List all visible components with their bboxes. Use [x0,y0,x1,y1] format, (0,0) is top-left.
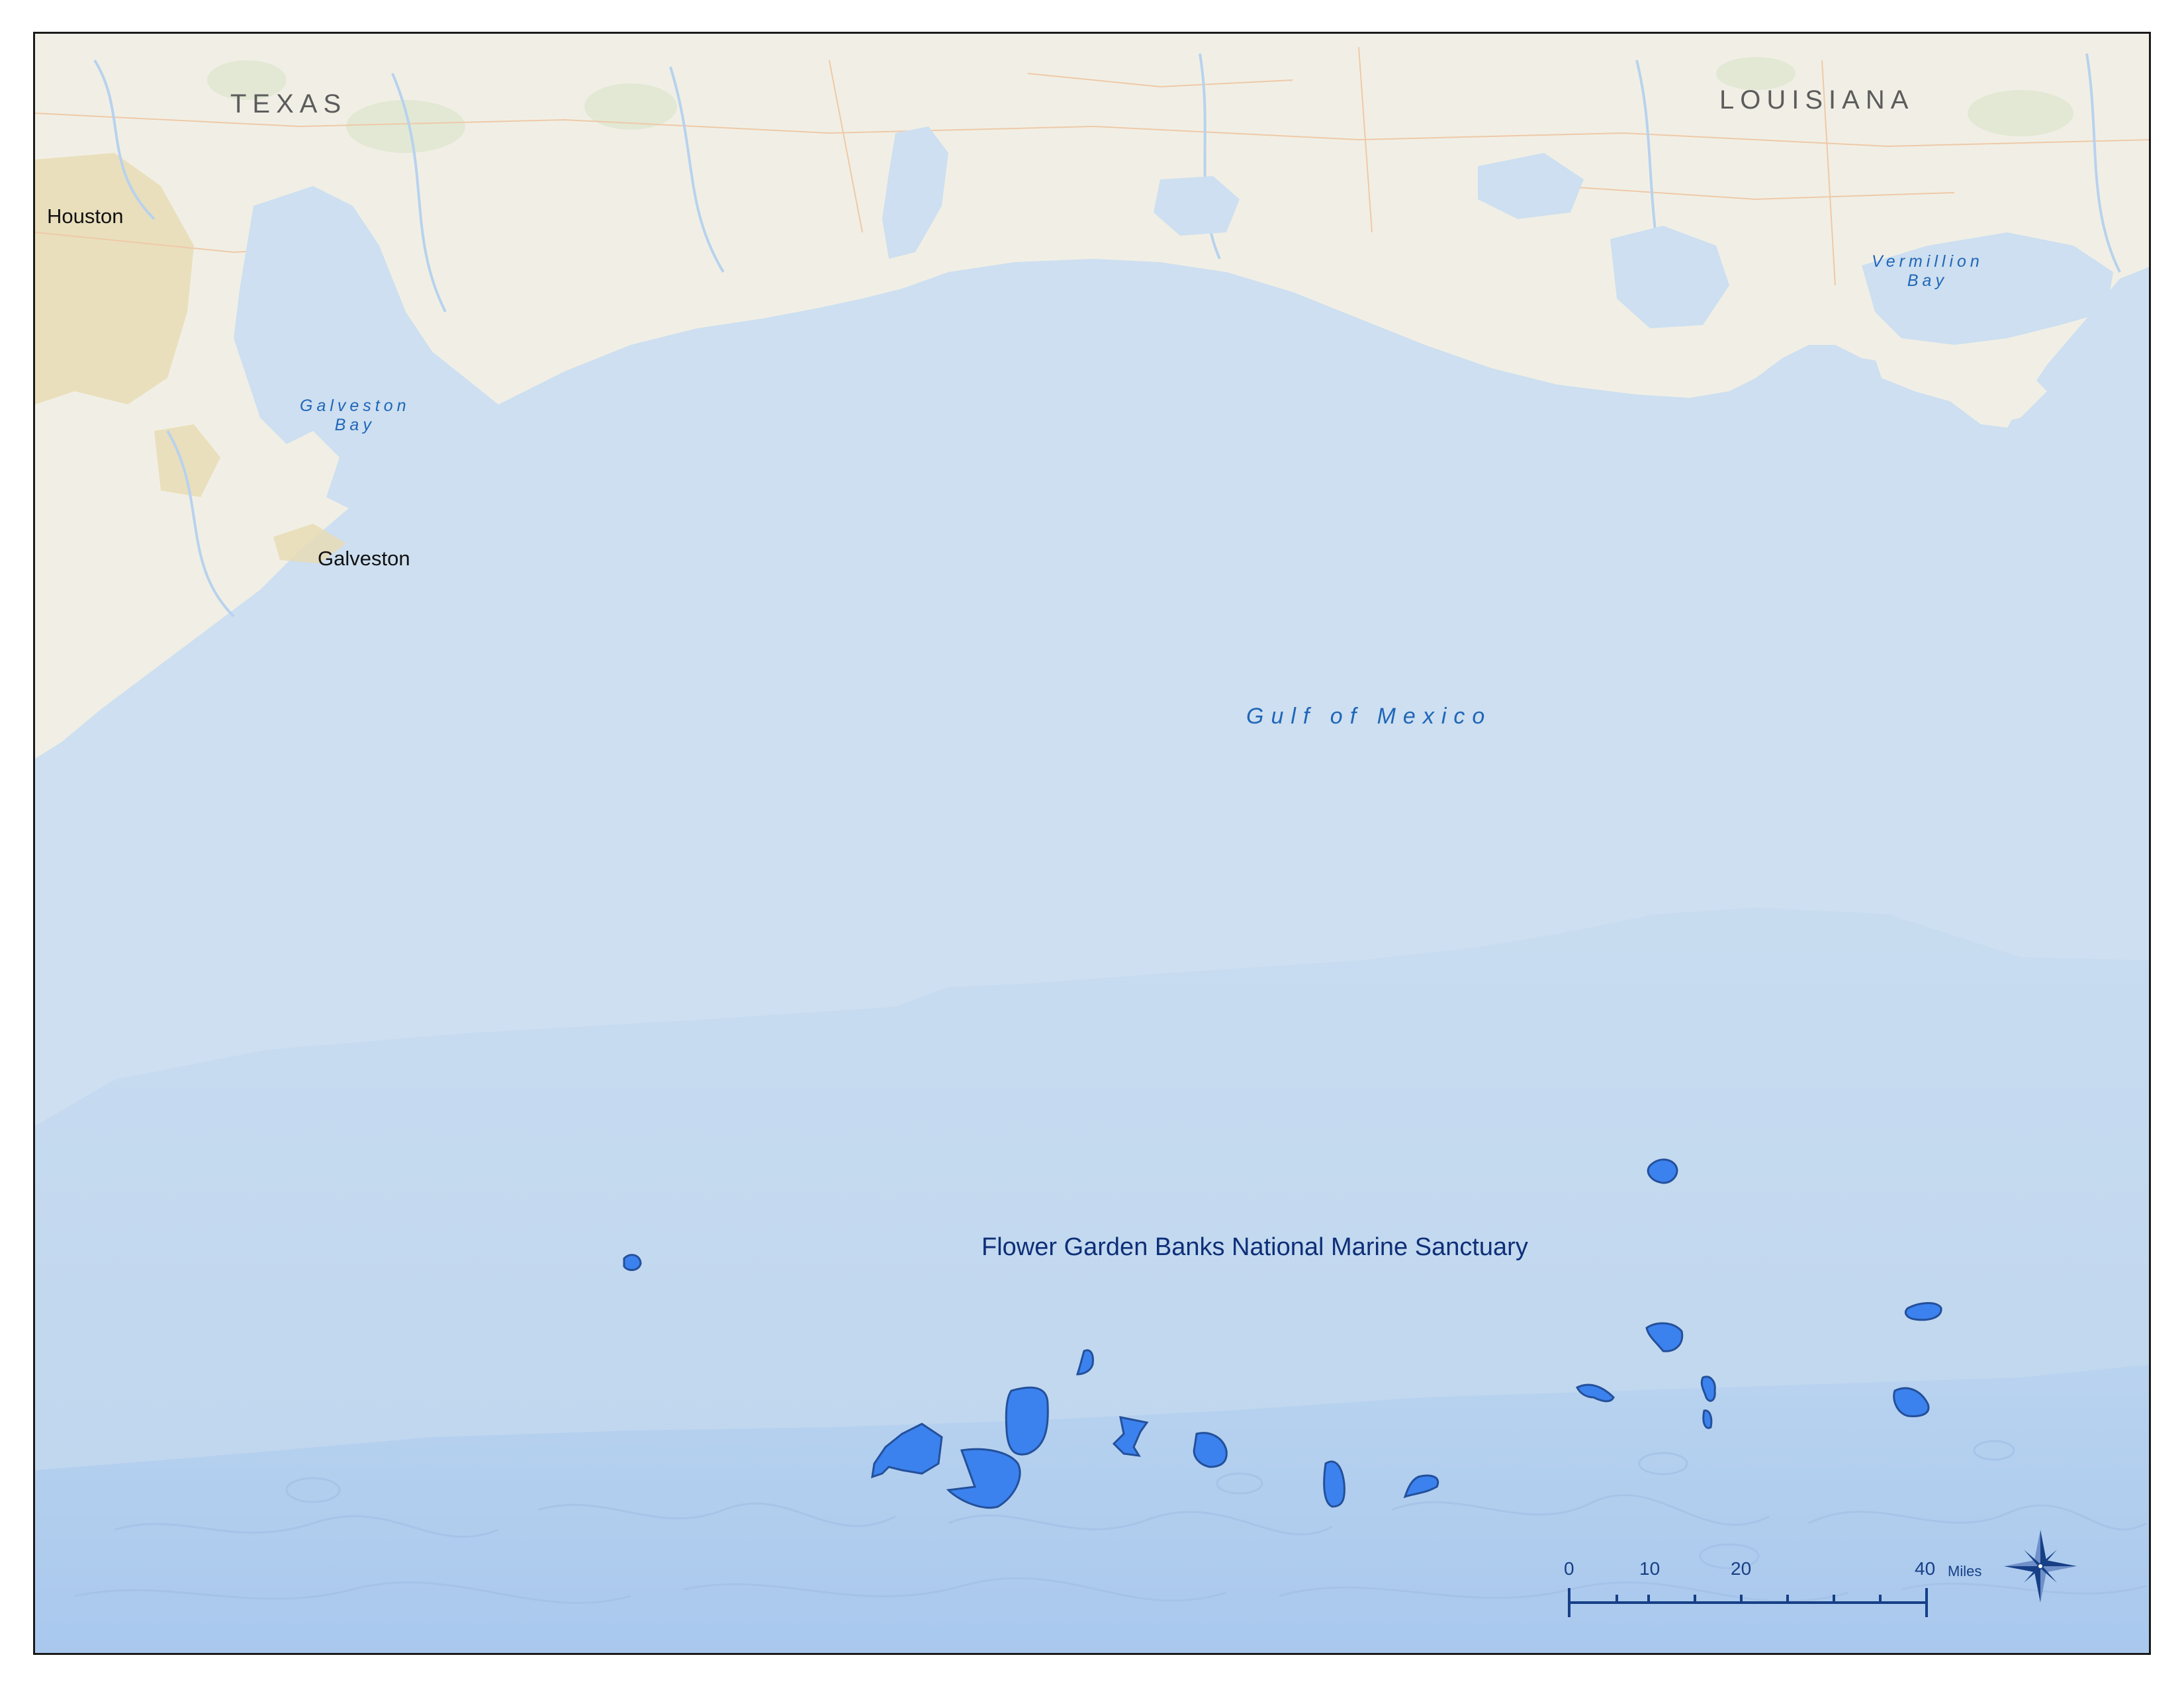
sanctuary-bank[interactable] [623,1254,642,1271]
water-label-line: Bay [334,415,375,434]
sanctuary-label: Flower Garden Banks National Marine Sanc… [981,1233,1528,1261]
city-label-houston: Houston [47,205,124,228]
state-label-louisiana: LOUISIANA [1719,85,1915,115]
scale-tick-label: 10 [1639,1558,1661,1579]
water-label-line: Bay [1907,271,1948,290]
sanctuary-bank[interactable] [1702,1409,1713,1429]
water-label-line: Vermillion [1872,252,1983,271]
water-label-galveston-bay: Galveston Bay [300,397,410,435]
map-frame: TEXAS LOUISIANA Houston Galveston Galves… [33,32,2151,1655]
scale-tick-label: 20 [1731,1558,1752,1579]
scale-tick-label: 0 [1564,1558,1574,1579]
map-canvas[interactable] [35,34,2151,1655]
city-label-galveston: Galveston [318,547,410,570]
water-label-gulf-of-mexico: Gulf of Mexico [1246,704,1492,729]
state-label-texas: TEXAS [230,89,347,118]
scale-tick-label: 40 [1915,1558,1936,1579]
scale-unit-label: Miles [1948,1563,1982,1579]
sanctuary-bank[interactable] [1647,1158,1678,1184]
water-label-vermillion-bay: Vermillion Bay [1872,252,1983,291]
water-label-line: Galveston [300,397,410,415]
